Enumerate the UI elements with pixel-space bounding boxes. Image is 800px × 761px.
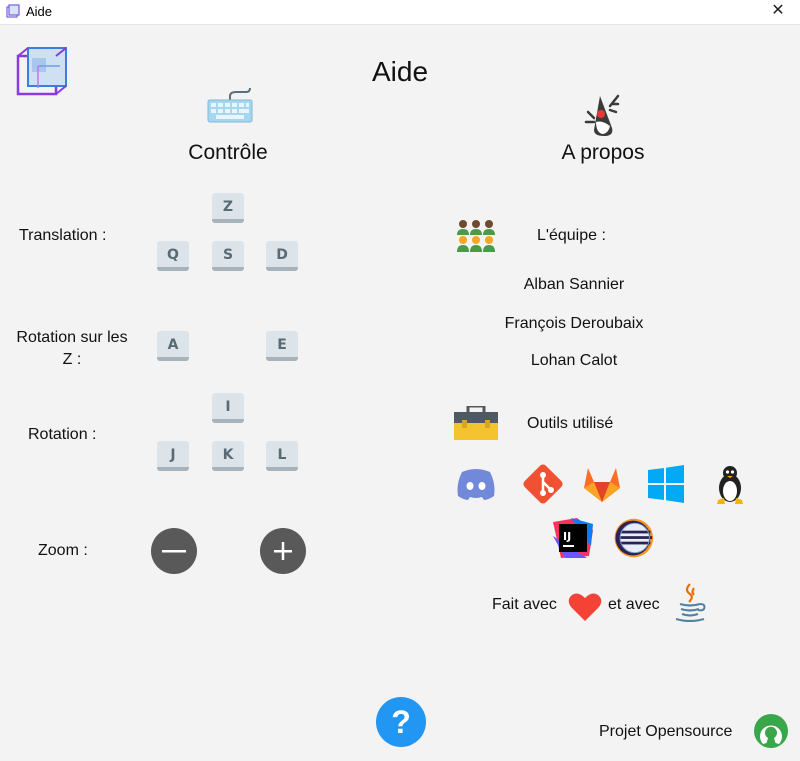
java-duke-icon	[584, 94, 620, 136]
rotation-label: Rotation :	[28, 426, 97, 443]
toolbox-icon	[454, 406, 498, 440]
page-title: Aide	[371, 56, 429, 87]
rotation-z-label: Rotation sur les Z :	[16, 329, 128, 368]
opensource-icon[interactable]	[753, 713, 789, 749]
close-button[interactable]: ✕	[756, 0, 800, 24]
made-with-label: Fait avec	[492, 596, 557, 613]
discord-icon	[457, 469, 495, 500]
java-icon	[675, 583, 706, 622]
key-l: L	[266, 441, 298, 471]
key-j: J	[157, 441, 189, 471]
zoom-in-button[interactable]	[260, 528, 306, 574]
gitlab-icon	[584, 468, 620, 502]
linux-icon	[717, 466, 743, 504]
team-member: François Deroubaix	[504, 315, 644, 332]
app-cube-icon	[6, 4, 20, 18]
minus-icon	[162, 550, 186, 553]
key-a: A	[157, 331, 189, 361]
key-s: S	[212, 241, 244, 271]
key-e: E	[266, 331, 298, 361]
key-d: D	[266, 241, 298, 271]
key-i: I	[212, 393, 244, 423]
translation-label: Translation :	[19, 227, 107, 244]
zoom-out-button[interactable]	[151, 528, 197, 574]
help-button[interactable]: ?	[376, 697, 426, 747]
key-k: K	[212, 441, 244, 471]
key-z: Z	[212, 193, 244, 223]
team-icon	[457, 220, 495, 252]
controls-title: Contrôle	[188, 141, 268, 164]
plus-icon	[274, 542, 292, 560]
window-title: Aide	[26, 4, 53, 19]
git-icon	[523, 464, 563, 504]
team-member: Alban Sannier	[523, 276, 625, 293]
svg-text:IJ: IJ	[563, 530, 571, 543]
windows-icon	[648, 465, 684, 503]
opensource-label: Projet Opensource	[599, 723, 733, 740]
and-with-label: et avec	[608, 596, 660, 613]
key-q: Q	[157, 241, 189, 271]
about-title: A propos	[561, 141, 645, 164]
team-label: L'équipe :	[537, 227, 606, 244]
eclipse-icon	[614, 518, 654, 558]
keyboard-icon	[207, 88, 253, 123]
zoom-label: Zoom :	[38, 542, 88, 559]
intellij-icon: IJ	[553, 518, 593, 558]
app-logo-icon	[16, 47, 67, 96]
heart-icon	[568, 593, 602, 621]
team-member: Lohan Calot	[530, 352, 618, 369]
tools-label: Outils utilisé	[527, 415, 614, 432]
title-bar: Aide ✕	[0, 0, 800, 25]
